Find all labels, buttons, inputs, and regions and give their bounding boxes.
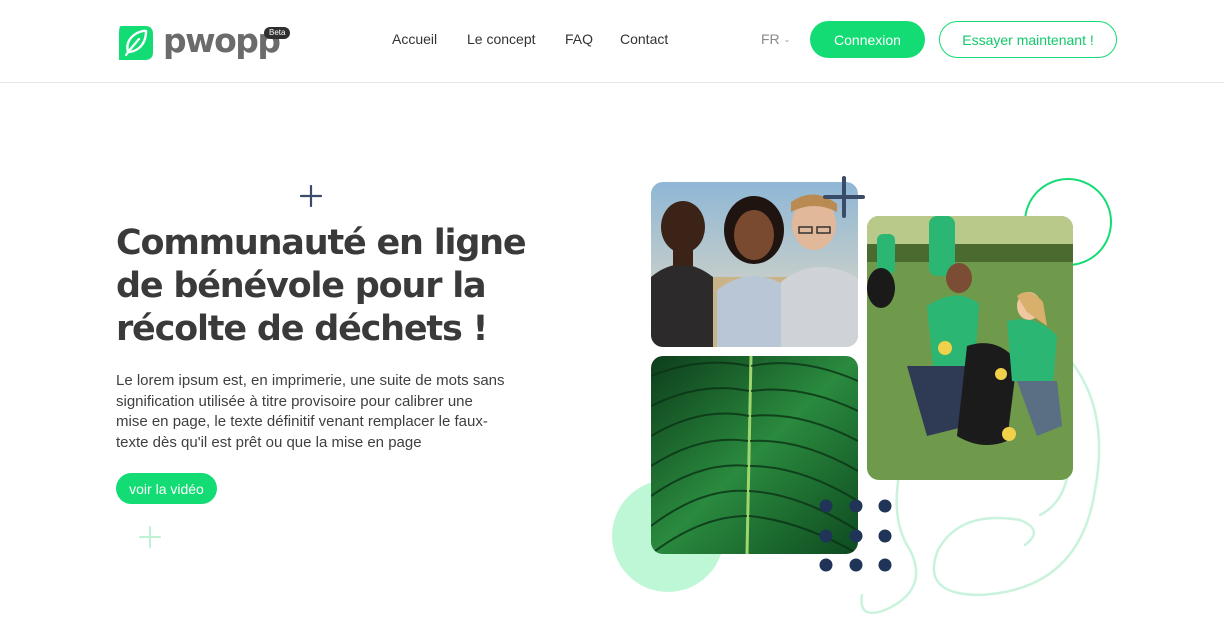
plus-icon bbox=[139, 526, 161, 548]
brand-name: pwopp bbox=[163, 20, 281, 60]
waste-cleanup-photo bbox=[867, 216, 1073, 480]
hero-title-line: Communauté en ligne bbox=[116, 223, 527, 263]
chevron-down-icon: ⌄ bbox=[783, 34, 791, 44]
brand-logo[interactable]: pwopp Beta bbox=[115, 20, 291, 64]
beta-badge: Beta bbox=[264, 27, 291, 39]
hero-title: Communauté en ligne de bénévole pour la … bbox=[116, 222, 536, 351]
dot-grid-icon bbox=[819, 499, 893, 578]
watch-video-button[interactable]: voir la vidéo bbox=[116, 473, 217, 504]
nav-item-faq[interactable]: FAQ bbox=[565, 31, 593, 47]
hero-title-line: de bénévole pour la bbox=[116, 266, 487, 306]
try-now-button[interactable]: Essayer maintenant ! bbox=[939, 21, 1117, 58]
leaf-logo-icon bbox=[119, 26, 153, 60]
nav-item-accueil[interactable]: Accueil bbox=[392, 31, 437, 47]
hero-title-line: récolte de déchets ! bbox=[116, 309, 489, 349]
login-button[interactable]: Connexion bbox=[810, 21, 925, 58]
plus-icon bbox=[823, 176, 865, 218]
language-selector[interactable]: FR ⌄ bbox=[761, 31, 790, 47]
nav-item-le-concept[interactable]: Le concept bbox=[467, 31, 536, 47]
language-label: FR bbox=[761, 31, 780, 47]
site-header: pwopp Beta Accueil Le concept FAQ Contac… bbox=[0, 0, 1224, 83]
nav-item-contact[interactable]: Contact bbox=[620, 31, 668, 47]
hero-description: Le lorem ipsum est, en imprimerie, une s… bbox=[116, 372, 505, 451]
plus-icon bbox=[300, 185, 322, 207]
